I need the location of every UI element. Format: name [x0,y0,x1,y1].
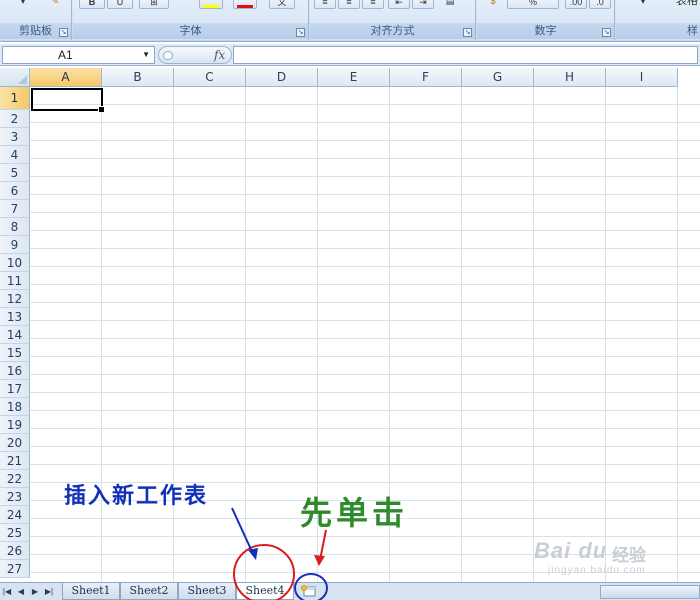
sheet-tab-sheet4[interactable]: Sheet4 [236,583,294,600]
row-header-26[interactable]: 26 [0,542,30,560]
row-header-9[interactable]: 9 [0,236,30,254]
decrease-indent-icon[interactable]: ⇤ [388,0,410,9]
row-header-27[interactable]: 27 [0,560,30,578]
cancel-circle-icon[interactable] [163,51,173,60]
row-header-3[interactable]: 3 [0,128,30,146]
name-box[interactable]: A1 ▼ [2,46,155,64]
ribbon-group-label: 数字 [477,23,614,39]
watermark-url: jingyan.baidu.com [548,565,646,576]
row-header-11[interactable]: 11 [0,272,30,290]
row-header-14[interactable]: 14 [0,326,30,344]
align-right-icon[interactable]: ≡ [362,0,384,9]
decrease-decimal-icon[interactable]: .0 [589,0,611,9]
ribbon-group-font: B U ⊞ 文 字体 ↘ [73,0,309,40]
column-header-f[interactable]: F [390,68,462,87]
align-left-icon[interactable]: ≡ [314,0,336,9]
format-as-table-button[interactable]: 表格 [672,0,700,9]
active-cell-a1[interactable] [31,88,105,113]
row-header-10[interactable]: 10 [0,254,30,272]
row-header-7[interactable]: 7 [0,200,30,218]
dialog-launcher-icon[interactable]: ↘ [602,28,611,37]
first-sheet-icon[interactable]: |◀ [2,586,12,598]
chevron-down-icon[interactable]: ▼ [142,47,150,63]
watermark-brand: Bai du [534,538,608,563]
next-sheet-icon[interactable]: ▶ [30,586,40,598]
sheet-tab-sheet2[interactable]: Sheet2 [120,583,178,600]
column-header-b[interactable]: B [102,68,174,87]
sheet-tab-bar: |◀ ◀ ▶ ▶| Sheet1 Sheet2 Sheet3 Sheet4 [0,582,700,600]
bold-icon[interactable]: B [79,0,105,9]
row-header-20[interactable]: 20 [0,434,30,452]
row-header-1[interactable]: 1 [0,87,30,110]
dialog-launcher-icon[interactable]: ↘ [59,28,68,37]
row-header-13[interactable]: 13 [0,308,30,326]
row-header-5[interactable]: 5 [0,164,30,182]
ribbon-group-label: 样 [616,23,700,39]
ribbon-group-label: 字体 [73,23,308,39]
column-header-c[interactable]: C [174,68,246,87]
click-first-annotation: 先单击 [300,494,409,532]
row-header-15[interactable]: 15 [0,344,30,362]
insert-worksheet-icon[interactable] [300,585,318,598]
ribbon-group-number: $ % .00 .0 数字 ↘ [477,0,615,40]
prev-sheet-icon[interactable]: ◀ [16,586,26,598]
merge-cells-icon[interactable]: ▤ [440,0,460,9]
styles-dropdown-icon[interactable]: ▾ [636,0,650,9]
currency-icon[interactable]: $ [483,0,503,9]
watermark-brand-cn: 经验 [612,546,646,565]
row-header-23[interactable]: 23 [0,488,30,506]
phonetic-icon[interactable]: 文 [269,0,295,9]
column-header-i[interactable]: I [606,68,678,87]
dialog-launcher-icon[interactable]: ↘ [296,28,305,37]
row-header-4[interactable]: 4 [0,146,30,164]
dialog-launcher-icon[interactable]: ↘ [463,28,472,37]
ribbon-group-label: 对齐方式 [310,23,475,39]
insert-sheet-annotation: 插入新工作表 [64,483,209,509]
ribbon-group-alignment: ≡ ≡ ≡ ⇤ ⇥ ▤ 对齐方式 ↘ [310,0,476,40]
row-header-19[interactable]: 19 [0,416,30,434]
column-header-e[interactable]: E [318,68,390,87]
column-header-a[interactable]: A [30,68,102,87]
column-header-h[interactable]: H [534,68,606,87]
row-header-6[interactable]: 6 [0,182,30,200]
ribbon-group-clipboard: ▾ ✎ 剪贴板 ↘ [0,0,72,40]
ribbon: ▾ ✎ 剪贴板 ↘ B U ⊞ 文 字体 ↘ ≡ ≡ ≡ ⇤ ⇥ ▤ 对齐方式 … [0,0,700,42]
fill-color-icon[interactable] [199,0,223,9]
underline-icon[interactable]: U [107,0,133,9]
row-header-18[interactable]: 18 [0,398,30,416]
ribbon-group-styles: ▾ 表格 样 [616,0,700,40]
sheet-tab-sheet3[interactable]: Sheet3 [178,583,236,600]
tab-split-area [330,585,600,599]
last-sheet-icon[interactable]: ▶| [44,586,54,598]
row-header-8[interactable]: 8 [0,218,30,236]
format-painter-icon[interactable]: ✎ [48,0,62,9]
name-box-value: A1 [58,48,73,62]
formula-tools: fx [158,46,232,64]
row-header-17[interactable]: 17 [0,380,30,398]
baidu-watermark: Bai du 经验 jingyan.baidu.com [534,538,684,584]
horizontal-scrollbar[interactable] [600,585,700,599]
increase-indent-icon[interactable]: ⇥ [412,0,434,9]
formula-bar: A1 ▼ fx [0,44,700,66]
border-icon[interactable]: ⊞ [139,0,169,9]
row-header-2[interactable]: 2 [0,110,30,128]
row-header-21[interactable]: 21 [0,452,30,470]
align-center-icon[interactable]: ≡ [338,0,360,9]
row-header-24[interactable]: 24 [0,506,30,524]
paste-dropdown-icon[interactable]: ▾ [8,0,38,9]
formula-input[interactable] [233,46,698,64]
row-header-12[interactable]: 12 [0,290,30,308]
insert-function-button[interactable]: fx [214,48,225,62]
column-header-d[interactable]: D [246,68,318,87]
percent-style-button[interactable]: % [507,0,559,9]
row-header-16[interactable]: 16 [0,362,30,380]
increase-decimal-icon[interactable]: .00 [565,0,587,9]
row-header-22[interactable]: 22 [0,470,30,488]
row-header-25[interactable]: 25 [0,524,30,542]
sheet-tab-sheet1[interactable]: Sheet1 [62,583,120,600]
column-header-g[interactable]: G [462,68,534,87]
select-all-button[interactable] [0,68,30,87]
font-color-icon[interactable] [233,0,257,9]
